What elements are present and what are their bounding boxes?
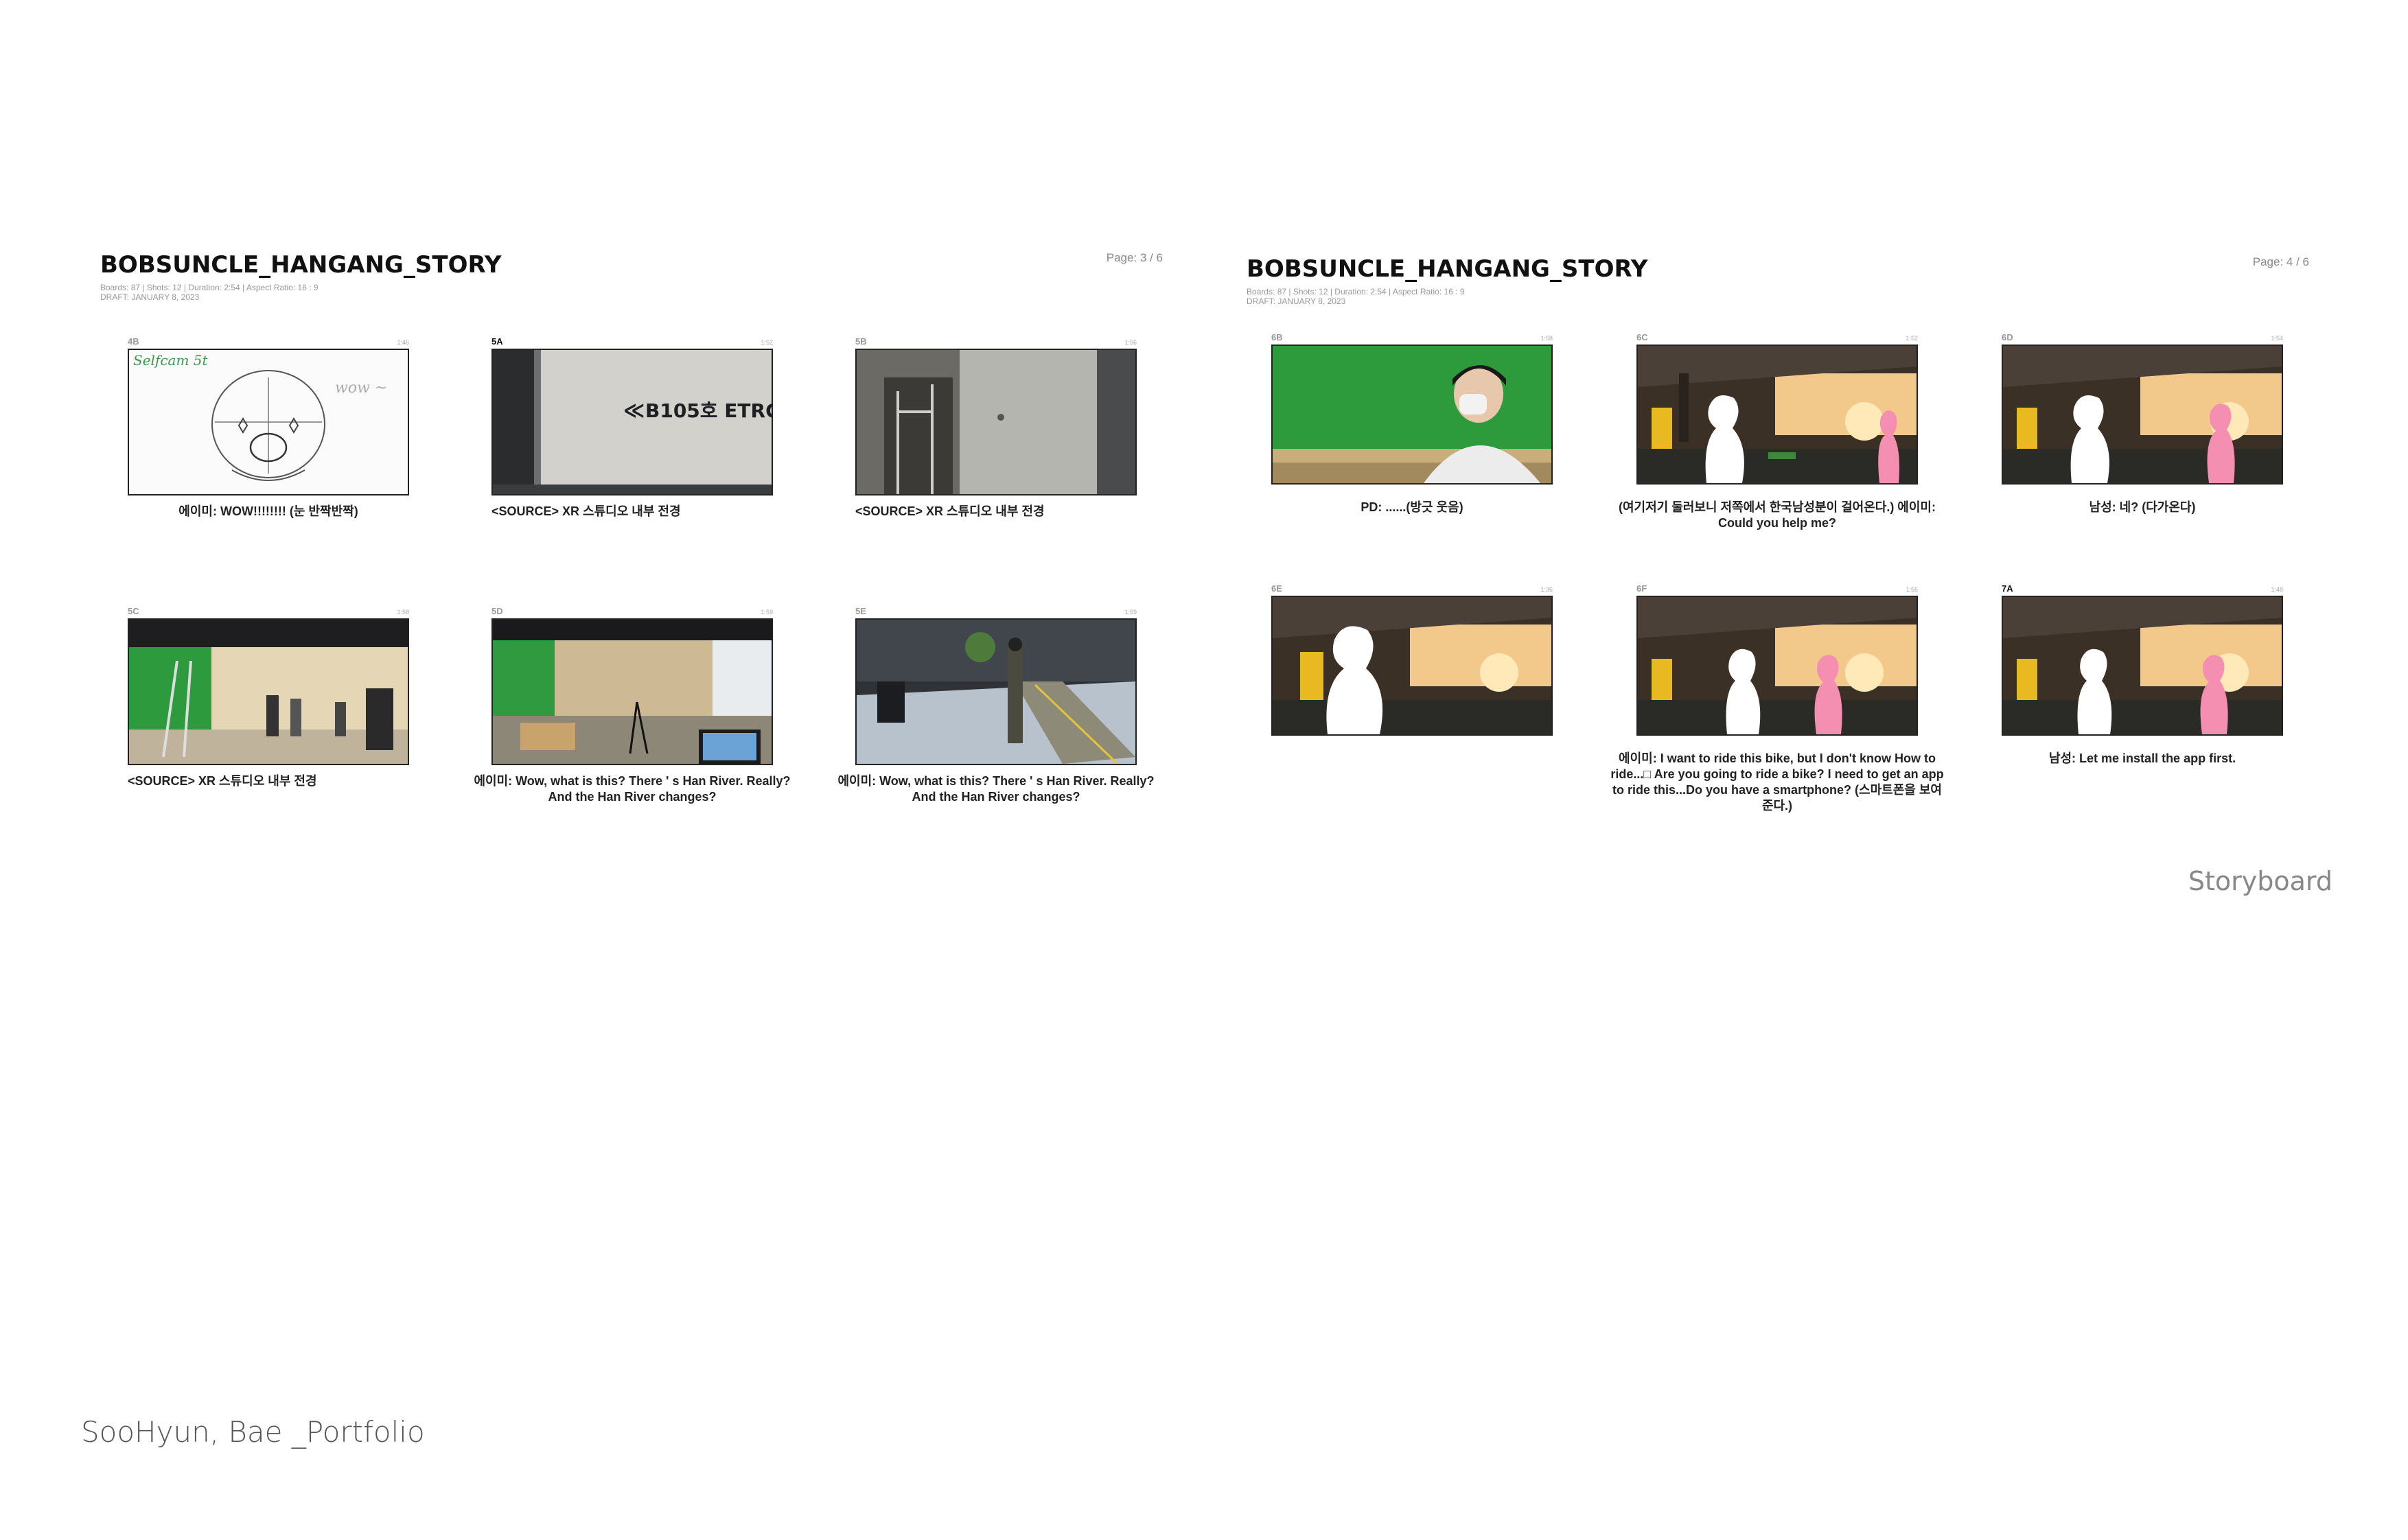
sheet-meta: Boards: 87 | Shots: 12 | Duration: 2:54 … — [1247, 287, 1465, 306]
panel-id: 5B — [855, 336, 867, 347]
panel-duration: 1:46 — [397, 339, 409, 346]
panel-id: 6B — [1271, 332, 1283, 342]
portfolio-brand: SooHyun, Bae _Portfolio — [81, 1415, 425, 1449]
panel-caption: 에이미: Wow, what is this? There ' s Han Ri… — [474, 774, 791, 804]
panel-caption: 에이미: I want to ride this bike, but I don… — [1610, 751, 1944, 813]
panel-duration: 1:58 — [1540, 335, 1553, 342]
panel-id: 6F — [1636, 583, 1647, 594]
storyboard-sheet-page-3: BOBSUNCLE_HANGANG_STORY Boards: 87 | Sho… — [96, 240, 1167, 858]
panel-duration: 1:59 — [761, 609, 773, 616]
panel-image-studio-monitor — [491, 618, 773, 765]
panel-id: 6E — [1271, 583, 1282, 594]
panel-duration: 1:36 — [1540, 586, 1553, 593]
sheet-meta-line: DRAFT: JANUARY 8, 2023 — [100, 292, 200, 302]
panel-duration: 1:54 — [2271, 335, 2283, 342]
panel-id: 5A — [491, 336, 503, 347]
page-number: Page: 4 / 6 — [2252, 255, 2309, 268]
panel-image-riverside-figure — [1271, 596, 1553, 736]
panel-duration: 1:56 — [1124, 339, 1137, 346]
panel-id: 5E — [855, 606, 866, 616]
panel-image-door-sign: ≪ B105호 ETRC2 — [491, 349, 773, 495]
panel-duration: 1:56 — [1906, 586, 1918, 593]
panel-id: 5D — [491, 606, 503, 616]
panel-duration: 1:52 — [761, 339, 773, 346]
panel-image-greenscreen-person — [1271, 345, 1553, 485]
panel-caption: 에이미: WOW!!!!!!!! (눈 반짝반짝) — [178, 504, 358, 518]
panel-caption: 에이미: Wow, what is this? There ' s Han Ri… — [837, 774, 1155, 804]
sheet-meta: Boards: 87 | Shots: 12 | Duration: 2:54 … — [100, 283, 319, 302]
panel-duration: 1:58 — [397, 609, 409, 616]
panel-duration: 1:52 — [1906, 335, 1918, 342]
panel-image-xr-street — [855, 618, 1137, 765]
panel-caption: <SOURCE> XR 스튜디오 내부 전경 — [855, 504, 1045, 518]
panel-id: 7A — [2002, 583, 2013, 594]
panel-caption: (여기저기 둘러보니 저쪽에서 한국남성분이 걸어온다.) 에이미: Could… — [1619, 500, 1936, 530]
storyboard-sheet-page-4: BOBSUNCLE_HANGANG_STORY Boards: 87 | Sho… — [1242, 244, 2313, 862]
sheet-meta-line: Boards: 87 | Shots: 12 | Duration: 2:54 … — [100, 283, 319, 292]
panel-image-riverside-figures — [1636, 345, 1918, 485]
panel-caption: <SOURCE> XR 스튜디오 내부 전경 — [128, 774, 317, 788]
sketch-note: wow ~ — [335, 380, 387, 397]
panel-image-riverside-figures — [1636, 596, 1918, 736]
panel-caption: 남성: Let me install the app first. — [2048, 751, 2236, 765]
door-sign-text: B105호 ETRC2 — [645, 399, 772, 422]
panel-image-studio — [128, 618, 409, 765]
sheet-title: BOBSUNCLE_HANGANG_STORY — [100, 251, 502, 279]
panel-id: 4B — [128, 336, 139, 347]
panel-caption: PD: ......(방긋 웃음) — [1361, 500, 1463, 514]
panel-duration: 1:59 — [1124, 609, 1137, 616]
sheet-meta-line: Boards: 87 | Shots: 12 | Duration: 2:54 … — [1247, 287, 1465, 296]
sheet-title: BOBSUNCLE_HANGANG_STORY — [1247, 255, 1648, 283]
section-label: Storyboard — [2188, 866, 2332, 896]
panel-image-sketch: Selfcam 5t wow ~ — [128, 349, 409, 495]
panel-image-riverside-figures — [2002, 596, 2283, 736]
svg-text:≪: ≪ — [623, 399, 645, 423]
panel-id: 6D — [2002, 332, 2013, 342]
panel-caption: 남성: 네? (다가온다) — [2089, 500, 2196, 514]
panel-image-doorway — [855, 349, 1137, 495]
page-number: Page: 3 / 6 — [1106, 251, 1163, 264]
sheet-meta-line: DRAFT: JANUARY 8, 2023 — [1247, 296, 1346, 306]
panel-duration: 1:48 — [2271, 586, 2283, 593]
panel-image-riverside-figures — [2002, 345, 2283, 485]
panel-caption: <SOURCE> XR 스튜디오 내부 전경 — [491, 504, 681, 518]
panel-id: 6C — [1636, 332, 1648, 342]
sketch-note: Selfcam 5t — [133, 352, 209, 369]
panel-id: 5C — [128, 606, 139, 616]
